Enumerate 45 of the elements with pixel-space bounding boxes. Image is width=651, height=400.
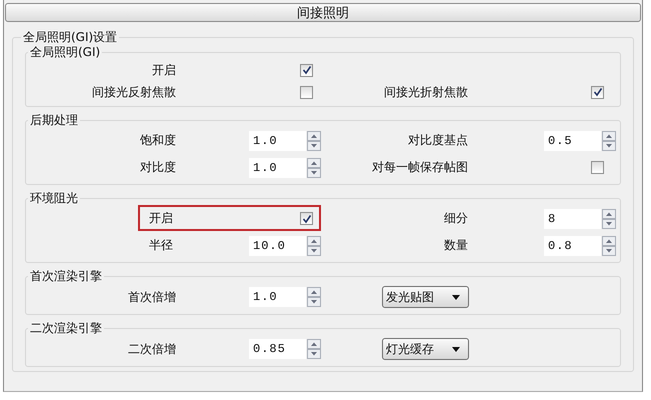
- spinner-arrows-icon[interactable]: [307, 236, 321, 256]
- field-label: 开启: [149, 211, 173, 225]
- number-field[interactable]: 0.5: [544, 130, 601, 150]
- field-label: 半径: [149, 238, 173, 252]
- group-title: 后期处理: [29, 113, 79, 127]
- caret-icon: [452, 294, 460, 300]
- group-title: 全局照明(GI): [29, 45, 102, 59]
- spinner-arrows-icon[interactable]: [307, 339, 321, 359]
- number-field[interactable]: 0.85: [249, 339, 306, 359]
- section-title: 全局照明(GI)设置: [22, 30, 118, 45]
- spinner-arrows-icon[interactable]: [602, 208, 616, 228]
- panel-header[interactable]: 间接照明: [5, 3, 641, 22]
- checkbox[interactable]: [300, 86, 313, 98]
- field-label: 数量: [444, 238, 468, 252]
- field-label: 间接光反射焦散: [92, 84, 176, 98]
- number-field[interactable]: 1.0: [249, 287, 306, 307]
- field-label: 饱和度: [140, 133, 176, 147]
- checkbox[interactable]: [300, 64, 313, 76]
- spinner-arrows-icon[interactable]: [602, 236, 616, 256]
- field-label: 对每一帧保存帖图: [372, 160, 468, 174]
- number-field[interactable]: 10.0: [249, 236, 306, 256]
- spinner-arrows-icon[interactable]: [602, 130, 616, 150]
- field-label: 对比度基点: [408, 133, 468, 147]
- spinner-arrows-icon[interactable]: [307, 287, 321, 307]
- field-label: 细分: [444, 211, 468, 225]
- group-title: 二次渲染引擎: [29, 321, 103, 335]
- field-label: 间接光折射焦散: [384, 84, 468, 98]
- dropdown[interactable]: 发光贴图: [382, 286, 469, 308]
- caret-icon: [452, 346, 460, 352]
- spinner-arrows-icon[interactable]: [307, 158, 321, 178]
- group-title: 环境阻光: [29, 191, 79, 205]
- field-label: 首次倍增: [128, 290, 176, 304]
- field-label: 开启: [152, 62, 176, 76]
- group-title: 首次渲染引擎: [29, 269, 103, 283]
- checkbox[interactable]: [591, 86, 604, 98]
- number-field[interactable]: 0.8: [544, 236, 601, 256]
- field-label: 对比度: [140, 160, 176, 174]
- dropdown[interactable]: 灯光缓存: [382, 338, 469, 360]
- number-field[interactable]: 8: [544, 208, 601, 228]
- checkbox[interactable]: [591, 161, 604, 174]
- spinner-arrows-icon[interactable]: [307, 130, 321, 150]
- field-label: 二次倍增: [128, 342, 176, 356]
- number-field[interactable]: 1.0: [249, 130, 306, 150]
- number-field[interactable]: 1.0: [249, 158, 306, 178]
- checkbox[interactable]: [300, 212, 313, 225]
